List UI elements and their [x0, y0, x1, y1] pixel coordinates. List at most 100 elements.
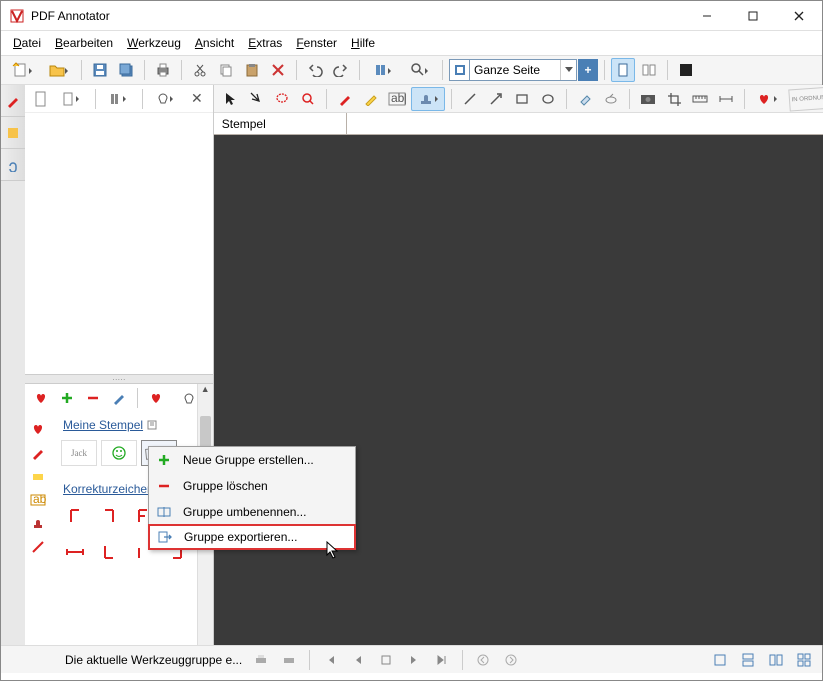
- tab-notes[interactable]: [1, 117, 25, 149]
- ctx-new-group[interactable]: Neue Gruppe erstellen...: [149, 447, 355, 473]
- tool-cursor[interactable]: [218, 87, 242, 111]
- nav-stop-icon[interactable]: [374, 648, 398, 672]
- tool-ellipse[interactable]: [536, 87, 560, 111]
- side-text-icon[interactable]: ab|: [30, 494, 46, 506]
- scroll-up-icon[interactable]: ▲: [198, 384, 213, 400]
- layout-cont-icon[interactable]: [736, 648, 760, 672]
- panel-settings-dropdown[interactable]: [149, 87, 183, 111]
- group-menu-icon[interactable]: [147, 420, 157, 430]
- add-green-icon[interactable]: [55, 386, 79, 410]
- zoom-dropdown-icon[interactable]: [560, 60, 576, 80]
- minimize-button[interactable]: [684, 1, 730, 31]
- maximize-button[interactable]: [730, 1, 776, 31]
- menu-bearbeiten[interactable]: Bearbeiten: [49, 34, 119, 52]
- delete-button[interactable]: [266, 58, 290, 82]
- stamp-smiley[interactable]: [101, 440, 137, 466]
- new-document-button[interactable]: [5, 58, 39, 82]
- tool-text[interactable]: ab|: [385, 87, 409, 111]
- side-marker-icon[interactable]: [31, 470, 45, 484]
- edit-pencil-icon[interactable]: [107, 386, 131, 410]
- layout-grid-icon[interactable]: [792, 648, 816, 672]
- tool-line[interactable]: [458, 87, 482, 111]
- menu-datei[interactable]: Datei: [7, 34, 47, 52]
- minus-red-icon: [155, 479, 173, 493]
- nav-next-icon[interactable]: [402, 648, 426, 672]
- menu-hilfe[interactable]: Hilfe: [345, 34, 381, 52]
- two-page-button[interactable]: [637, 58, 661, 82]
- open-button[interactable]: [41, 58, 75, 82]
- layout-single-icon[interactable]: [708, 648, 732, 672]
- ctx-rename-group[interactable]: Gruppe umbenennen...: [149, 499, 355, 525]
- tool-crop[interactable]: [662, 87, 686, 111]
- mark-1[interactable]: [61, 504, 89, 528]
- tab-attachments[interactable]: [1, 149, 25, 181]
- save-button[interactable]: [88, 58, 112, 82]
- close-button[interactable]: [776, 1, 822, 31]
- tab-pen[interactable]: [1, 85, 25, 117]
- redo-button[interactable]: [329, 58, 353, 82]
- menu-fenster[interactable]: Fenster: [290, 34, 343, 52]
- separator: [137, 388, 138, 408]
- mark-6[interactable]: [95, 540, 123, 564]
- tool-eraser-all[interactable]: [599, 87, 623, 111]
- tool-eraser[interactable]: [573, 87, 597, 111]
- status-print2-icon[interactable]: [277, 648, 301, 672]
- nav-prev-icon[interactable]: [346, 648, 370, 672]
- panel-page-icon[interactable]: [29, 87, 53, 111]
- bookmarks-button[interactable]: [366, 58, 400, 82]
- document-tab-label[interactable]: Stempel: [214, 113, 347, 134]
- single-page-button[interactable]: [611, 58, 635, 82]
- remove-red-icon[interactable]: [81, 386, 105, 410]
- tool-lasso[interactable]: [270, 87, 294, 111]
- tool-dimension[interactable]: [714, 87, 738, 111]
- tool-rect[interactable]: [510, 87, 534, 111]
- menu-ansicht[interactable]: Ansicht: [189, 34, 240, 52]
- nav-last-icon[interactable]: [430, 648, 454, 672]
- side-stamp-icon[interactable]: [31, 516, 45, 530]
- save-all-button[interactable]: [114, 58, 138, 82]
- favorite-heart2-icon[interactable]: [144, 386, 168, 410]
- zoom-selector[interactable]: Ganze Seite: [449, 59, 577, 81]
- panel-splitter[interactable]: ·····: [25, 374, 213, 384]
- side-heart-icon[interactable]: [31, 422, 45, 436]
- tool-zoom[interactable]: [296, 87, 320, 111]
- layout-two-icon[interactable]: [764, 648, 788, 672]
- copy-button[interactable]: [214, 58, 238, 82]
- document-canvas[interactable]: [214, 135, 823, 645]
- tool-favorite-dropdown[interactable]: [751, 87, 785, 111]
- undo-button[interactable]: [303, 58, 327, 82]
- mark-2[interactable]: [95, 504, 123, 528]
- status-print-icon[interactable]: [249, 648, 273, 672]
- menu-werkzeug[interactable]: Werkzeug: [121, 34, 187, 52]
- fullscreen-button[interactable]: [674, 58, 698, 82]
- document-tab-header: Stempel: [214, 113, 823, 135]
- side-line-icon[interactable]: [31, 540, 45, 554]
- nav-first-icon[interactable]: [318, 648, 342, 672]
- nav-back-icon[interactable]: [471, 648, 495, 672]
- ctx-export-group[interactable]: Gruppe exportieren...: [148, 524, 356, 550]
- stamp-jack[interactable]: Jack: [61, 440, 97, 466]
- print-button[interactable]: [151, 58, 175, 82]
- tool-pen[interactable]: [333, 87, 357, 111]
- tool-pan[interactable]: [244, 87, 268, 111]
- panel-pages-dropdown[interactable]: [55, 87, 89, 111]
- side-pen-icon[interactable]: [31, 446, 45, 460]
- tool-stamp[interactable]: [411, 87, 445, 111]
- mark-5[interactable]: [61, 540, 89, 564]
- tool-arrow[interactable]: [484, 87, 508, 111]
- favorite-heart-icon[interactable]: [29, 386, 53, 410]
- tool-camera[interactable]: [636, 87, 660, 111]
- find-button[interactable]: [402, 58, 436, 82]
- menu-extras[interactable]: Extras: [242, 34, 288, 52]
- ctx-delete-group[interactable]: Gruppe löschen: [149, 473, 355, 499]
- nav-forward-icon[interactable]: [499, 648, 523, 672]
- paste-button[interactable]: [240, 58, 264, 82]
- tool-measure[interactable]: [688, 87, 712, 111]
- panel-close-button[interactable]: ✕: [185, 90, 209, 107]
- tool-marker[interactable]: [359, 87, 383, 111]
- zoom-add-button[interactable]: +: [578, 59, 598, 81]
- ctx-rename-group-label: Gruppe umbenennen...: [183, 505, 306, 519]
- group-header-meine-stempel[interactable]: Meine Stempel: [63, 416, 143, 434]
- panel-view-dropdown[interactable]: [102, 87, 136, 111]
- cut-button[interactable]: [188, 58, 212, 82]
